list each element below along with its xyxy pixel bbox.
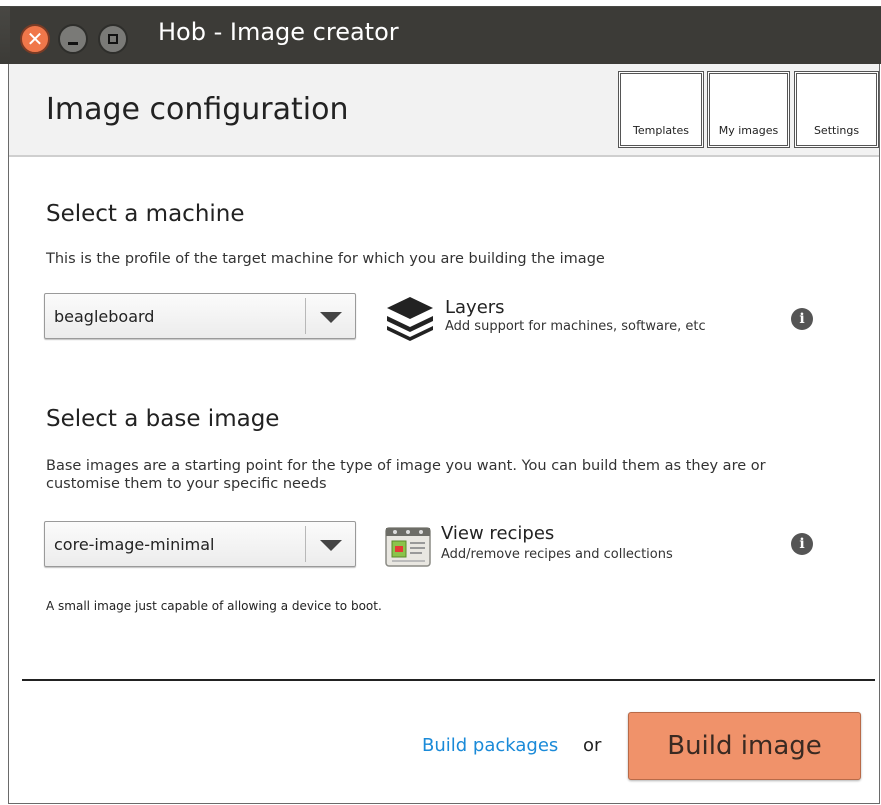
- combo-separator: [305, 298, 306, 334]
- base-image-select[interactable]: core-image-minimal: [44, 521, 356, 567]
- base-image-info-icon[interactable]: i: [791, 533, 813, 555]
- close-button[interactable]: ✕: [20, 24, 50, 54]
- title-bar: ✕ Hob - Image creator: [0, 0, 881, 64]
- layers-title: Layers: [445, 297, 505, 318]
- machine-info-icon[interactable]: i: [791, 308, 813, 330]
- divider: [22, 679, 875, 681]
- base-image-section-title: Select a base image: [46, 406, 280, 432]
- layers-icon: [387, 297, 433, 341]
- or-label: or: [583, 735, 602, 756]
- minimize-icon: [68, 41, 78, 45]
- view-recipes-title: View recipes: [441, 523, 555, 544]
- base-image-section-description: Base images are a starting point for the…: [46, 458, 766, 492]
- title-bar-inner: [10, 7, 881, 64]
- maximize-button[interactable]: [98, 24, 128, 54]
- build-packages-link[interactable]: Build packages: [422, 735, 558, 756]
- maximize-icon: [108, 34, 118, 44]
- header: Image configuration Templates My images …: [9, 64, 879, 157]
- view-recipes-subtitle: Add/remove recipes and collections: [441, 547, 673, 562]
- base-image-select-value: core-image-minimal: [54, 535, 215, 554]
- close-icon: ✕: [26, 27, 44, 51]
- recipes-icon: [385, 527, 431, 567]
- settings-button[interactable]: Settings: [794, 71, 879, 148]
- chevron-down-icon: [320, 312, 342, 323]
- chevron-down-icon: [320, 540, 342, 551]
- machine-select-value: beagleboard: [54, 307, 155, 326]
- machine-section-title: Select a machine: [46, 201, 245, 227]
- templates-button[interactable]: Templates: [618, 71, 704, 148]
- machine-section-description: This is the profile of the target machin…: [46, 251, 605, 267]
- combo-separator: [305, 526, 306, 562]
- minimize-button[interactable]: [58, 24, 88, 54]
- base-image-note: A small image just capable of allowing a…: [46, 599, 382, 613]
- my-images-button[interactable]: My images: [707, 71, 790, 148]
- window-frame: [8, 64, 880, 804]
- build-image-button[interactable]: Build image: [628, 712, 861, 780]
- layers-subtitle: Add support for machines, software, etc: [445, 319, 706, 334]
- machine-select[interactable]: beagleboard: [44, 293, 356, 339]
- window-title: Hob - Image creator: [158, 18, 399, 46]
- page-title: Image configuration: [46, 92, 349, 127]
